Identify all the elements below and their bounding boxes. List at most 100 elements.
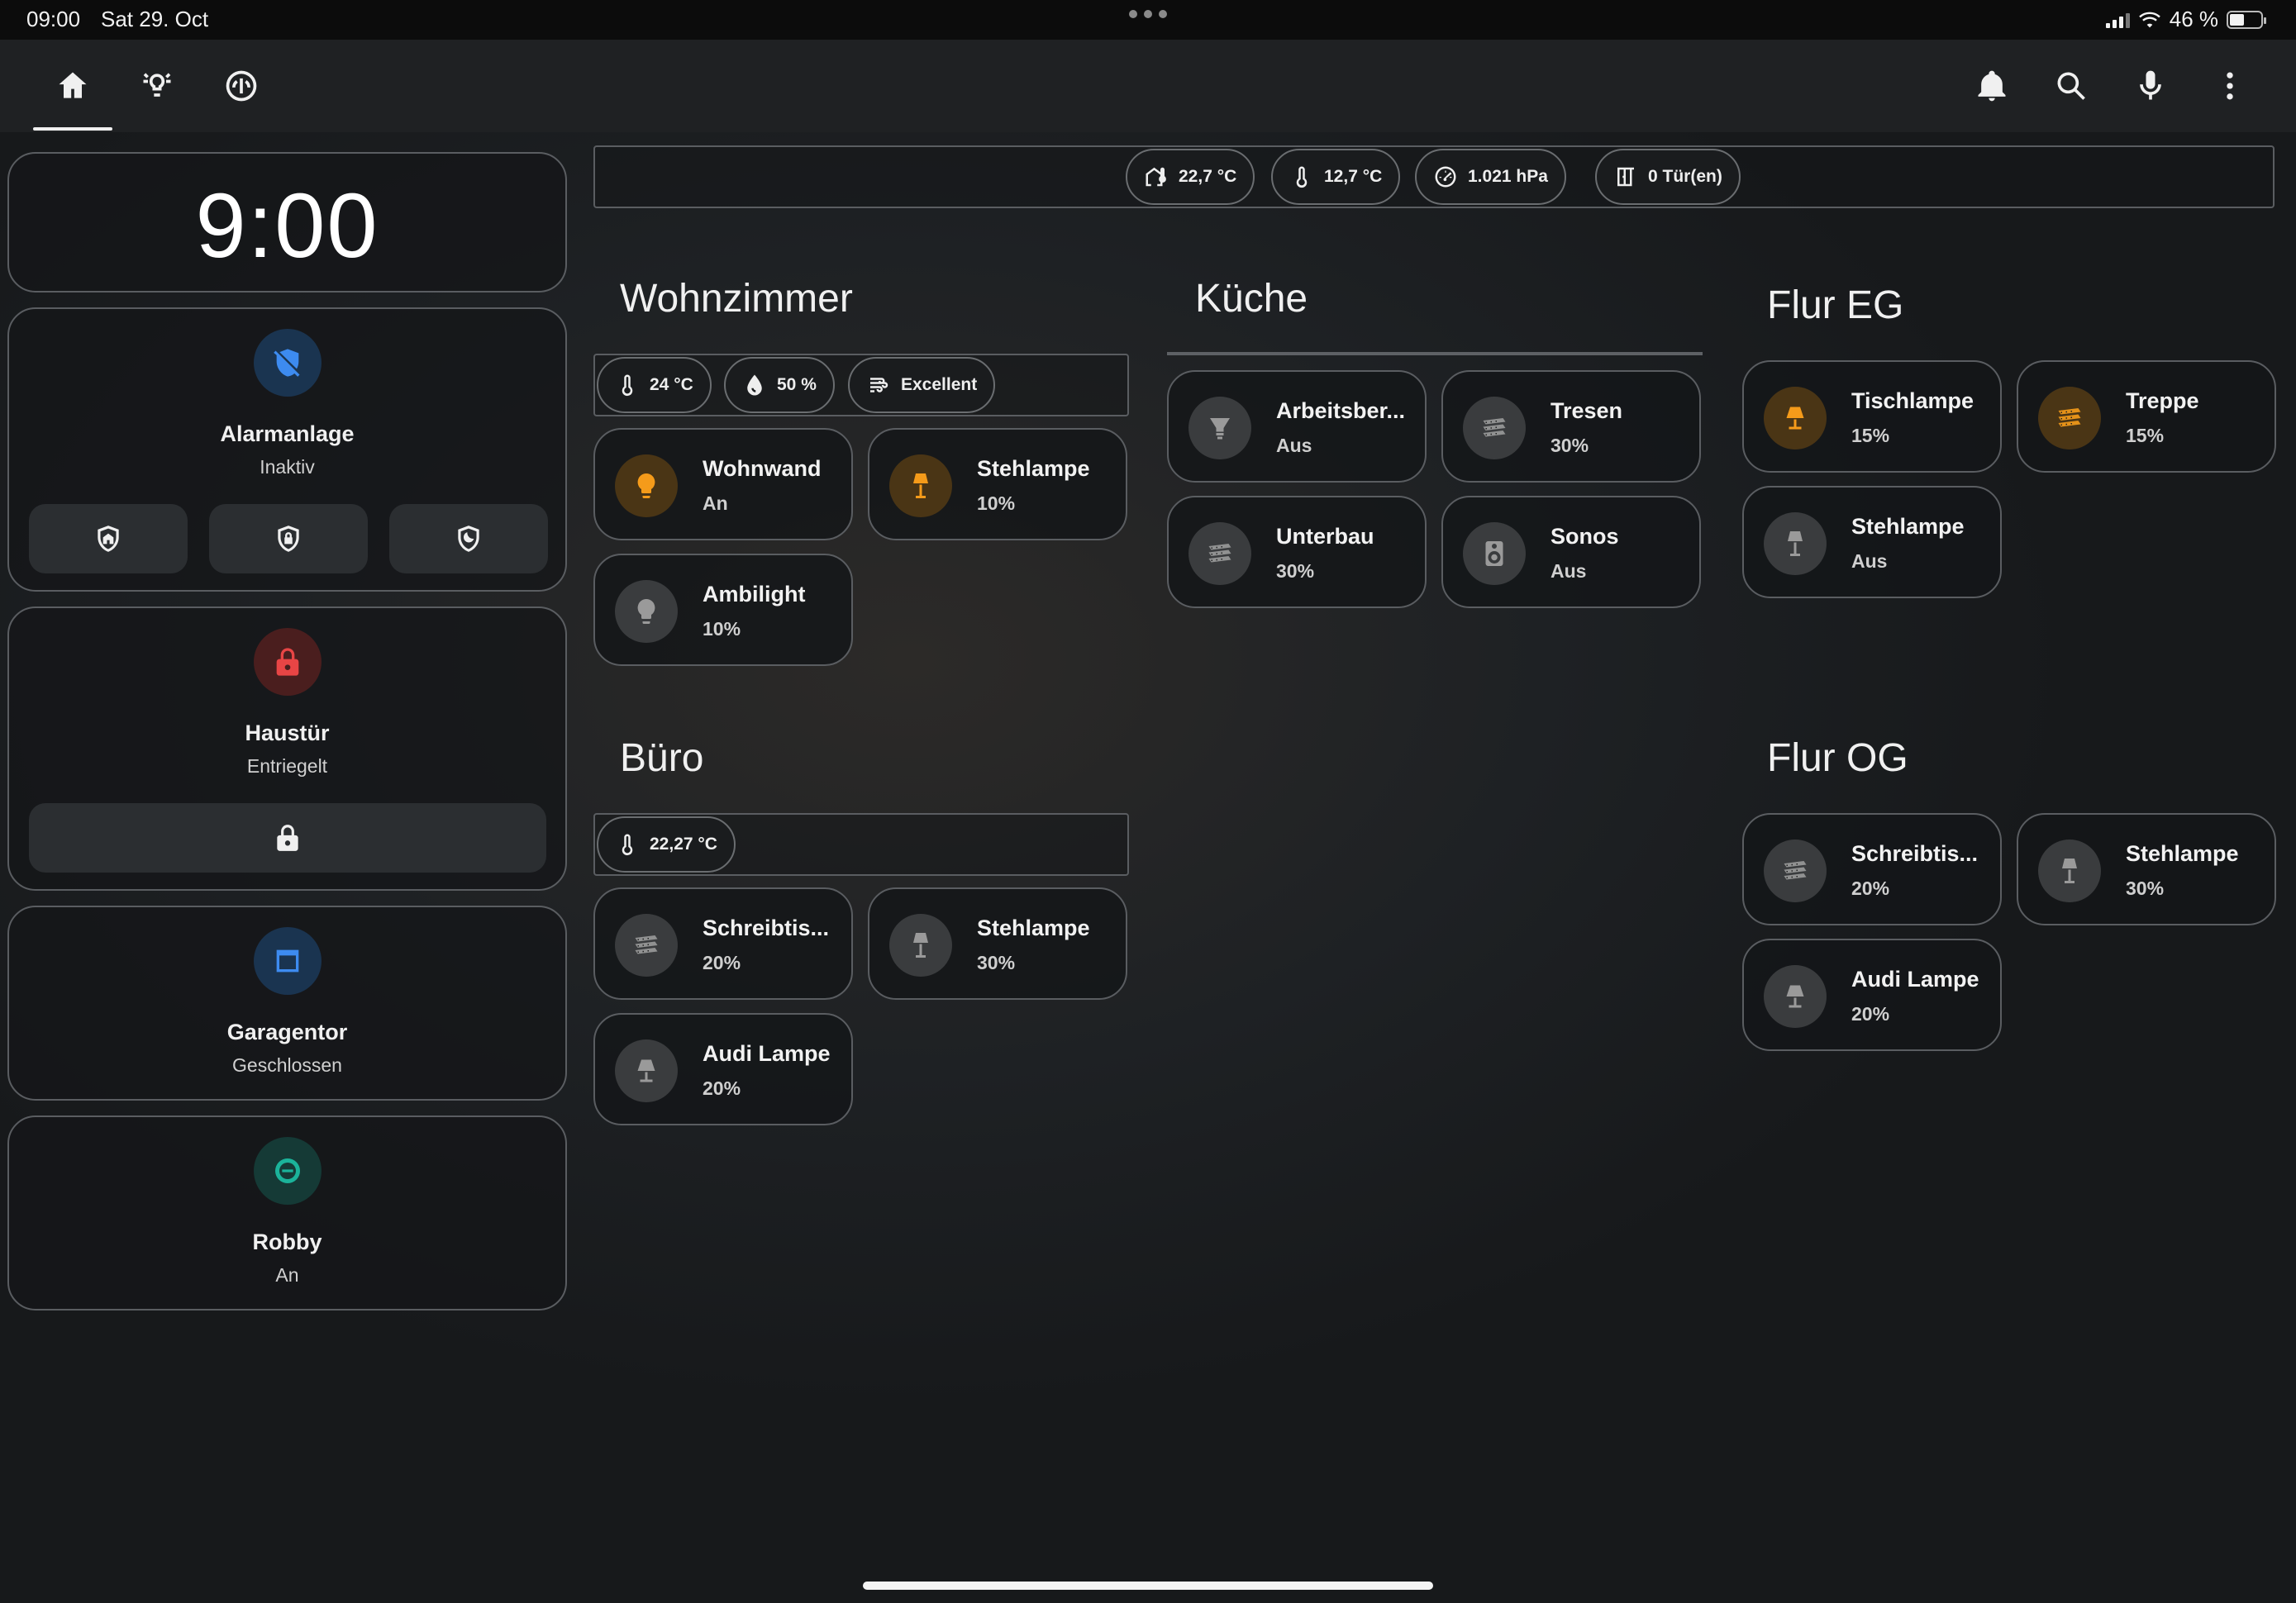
chip-indoor-temperature-value: 22,7 °C — [1179, 167, 1237, 186]
tile-icon[interactable] — [1188, 397, 1251, 459]
table-lamp-icon — [1780, 982, 1810, 1011]
tile-icon[interactable] — [1463, 522, 1526, 585]
floor-lamp-icon — [906, 930, 936, 960]
tile-tischlampe[interactable]: Tischlampe 15% — [1742, 360, 2002, 473]
chip-pressure[interactable]: 1.021 hPa — [1415, 149, 1566, 205]
status-time: 09:00 — [26, 7, 81, 31]
alarm-mode-buttons — [29, 504, 548, 573]
robot-state: An — [275, 1264, 299, 1286]
tile-stehlampe-wohnzimmer[interactable]: Stehlampe 10% — [868, 428, 1127, 540]
arm-night-button[interactable] — [389, 504, 548, 573]
tile-icon[interactable] — [889, 454, 952, 517]
tile-schreibtisch-flur-og[interactable]: Schreibtis... 20% — [1742, 813, 2002, 925]
multitasking-dots-icon[interactable] — [1129, 10, 1167, 18]
tile-wohnwand[interactable]: Wohnwand An — [593, 428, 853, 540]
tile-icon[interactable] — [1764, 387, 1827, 450]
tile-name: Tischlampe — [1851, 388, 1974, 413]
floor-lamp-icon — [2055, 856, 2084, 886]
tile-icon[interactable] — [889, 914, 952, 977]
tile-arbeitsbereich[interactable]: Arbeitsber... Aus — [1167, 370, 1427, 483]
chip-wohnzimmer-temperature[interactable]: 24 °C — [597, 357, 712, 413]
tile-audi-lampe-buero[interactable]: Audi Lampe 20% — [593, 1013, 853, 1125]
alarm-state: Inaktiv — [260, 456, 315, 478]
garage-state: Geschlossen — [232, 1054, 342, 1076]
led-strip-icon — [1479, 413, 1509, 443]
tile-name: Stehlampe — [1851, 514, 1965, 539]
chip-outdoor-temperature-value: 12,7 °C — [1324, 167, 1383, 186]
led-strip-icon — [1205, 539, 1235, 568]
tile-state: Aus — [1851, 550, 1888, 572]
door-icon — [1613, 164, 1638, 189]
overflow-menu-button[interactable] — [2207, 63, 2253, 109]
tile-name: Tresen — [1551, 398, 1623, 423]
tile-icon[interactable] — [1188, 522, 1251, 585]
thermometer-icon — [615, 832, 640, 857]
chip-wohnzimmer-humidity[interactable]: 50 % — [724, 357, 835, 413]
floor-lamp-icon — [1780, 529, 1810, 559]
alarm-card[interactable]: Alarmanlage Inaktiv — [7, 307, 567, 592]
home-indicator[interactable] — [863, 1582, 1433, 1590]
power-circle-icon — [226, 70, 257, 102]
tile-tresen[interactable]: Tresen 30% — [1441, 370, 1701, 483]
chip-buero-temperature[interactable]: 22,27 °C — [597, 816, 736, 873]
tab-home[interactable] — [50, 63, 96, 109]
shield-lock-icon — [273, 523, 304, 554]
tile-audi-lampe-flur-og[interactable]: Audi Lampe 20% — [1742, 939, 2002, 1051]
lock-button[interactable] — [29, 803, 546, 873]
tile-sonos[interactable]: Sonos Aus — [1441, 496, 1701, 608]
lock-open-icon — [271, 645, 304, 678]
tile-name: Schreibtis... — [1851, 841, 1979, 866]
door-name: Haustür — [245, 721, 330, 745]
voice-assistant-button[interactable] — [2127, 63, 2174, 109]
tile-stehlampe-buero[interactable]: Stehlampe 30% — [868, 887, 1127, 1000]
tile-treppe[interactable]: Treppe 15% — [2017, 360, 2276, 473]
tile-state: 30% — [2126, 878, 2165, 899]
tile-name: Unterbau — [1276, 524, 1374, 549]
door-lock-card[interactable]: Haustür Entriegelt — [7, 606, 567, 891]
search-button[interactable] — [2048, 63, 2094, 109]
tile-icon[interactable] — [615, 454, 678, 517]
chip-indoor-temperature[interactable]: 22,7 °C — [1126, 149, 1255, 205]
tab-lights[interactable] — [134, 63, 180, 109]
chip-wohnzimmer-air-quality[interactable]: Excellent — [848, 357, 996, 413]
tile-unterbau[interactable]: Unterbau 30% — [1167, 496, 1427, 608]
tile-icon[interactable] — [615, 580, 678, 643]
tile-stehlampe-flur-eg[interactable]: Stehlampe Aus — [1742, 486, 2002, 598]
tile-ambilight[interactable]: Ambilight 10% — [593, 554, 853, 666]
tile-icon[interactable] — [1764, 965, 1827, 1028]
table-lamp-icon — [1780, 403, 1810, 433]
lightbulb-icon — [631, 597, 661, 626]
tile-state: Aus — [1551, 560, 1587, 582]
alarm-name: Alarmanlage — [220, 421, 355, 446]
tile-icon[interactable] — [615, 1039, 678, 1102]
robot-vacuum-card[interactable]: Robby An — [7, 1115, 567, 1310]
tile-stehlampe-flur-og[interactable]: Stehlampe 30% — [2017, 813, 2276, 925]
tile-name: Arbeitsber... — [1276, 398, 1406, 423]
water-percent-icon — [742, 373, 767, 397]
tile-schreibtisch-buero[interactable]: Schreibtis... 20% — [593, 887, 853, 1000]
tile-icon[interactable] — [2038, 387, 2101, 450]
tile-icon[interactable] — [1764, 512, 1827, 575]
notifications-button[interactable] — [1969, 63, 2015, 109]
tile-icon[interactable] — [615, 914, 678, 977]
tile-icon[interactable] — [1764, 840, 1827, 902]
tile-state: 10% — [977, 492, 1016, 514]
led-strip-icon — [631, 930, 661, 960]
more-vertical-icon — [2227, 72, 2233, 100]
active-tab-indicator — [33, 127, 112, 131]
battery-icon — [2227, 10, 2266, 29]
tile-icon[interactable] — [2038, 840, 2101, 902]
chip-doors[interactable]: 0 Tür(en) — [1595, 149, 1741, 205]
chip-outdoor-temperature[interactable]: 12,7 °C — [1271, 149, 1401, 205]
tile-state: 30% — [1551, 435, 1589, 456]
arm-home-button[interactable] — [29, 504, 188, 573]
tile-icon[interactable] — [1463, 397, 1526, 459]
shield-off-icon — [271, 346, 304, 379]
gauge-icon — [1433, 164, 1458, 189]
tile-state: 10% — [703, 618, 741, 640]
battery-fill — [2230, 13, 2244, 26]
garage-card[interactable]: Garagentor Geschlossen — [7, 906, 567, 1101]
arm-away-button[interactable] — [209, 504, 368, 573]
tab-energy[interactable] — [218, 63, 264, 109]
chip-doors-value: 0 Tür(en) — [1648, 167, 1722, 186]
